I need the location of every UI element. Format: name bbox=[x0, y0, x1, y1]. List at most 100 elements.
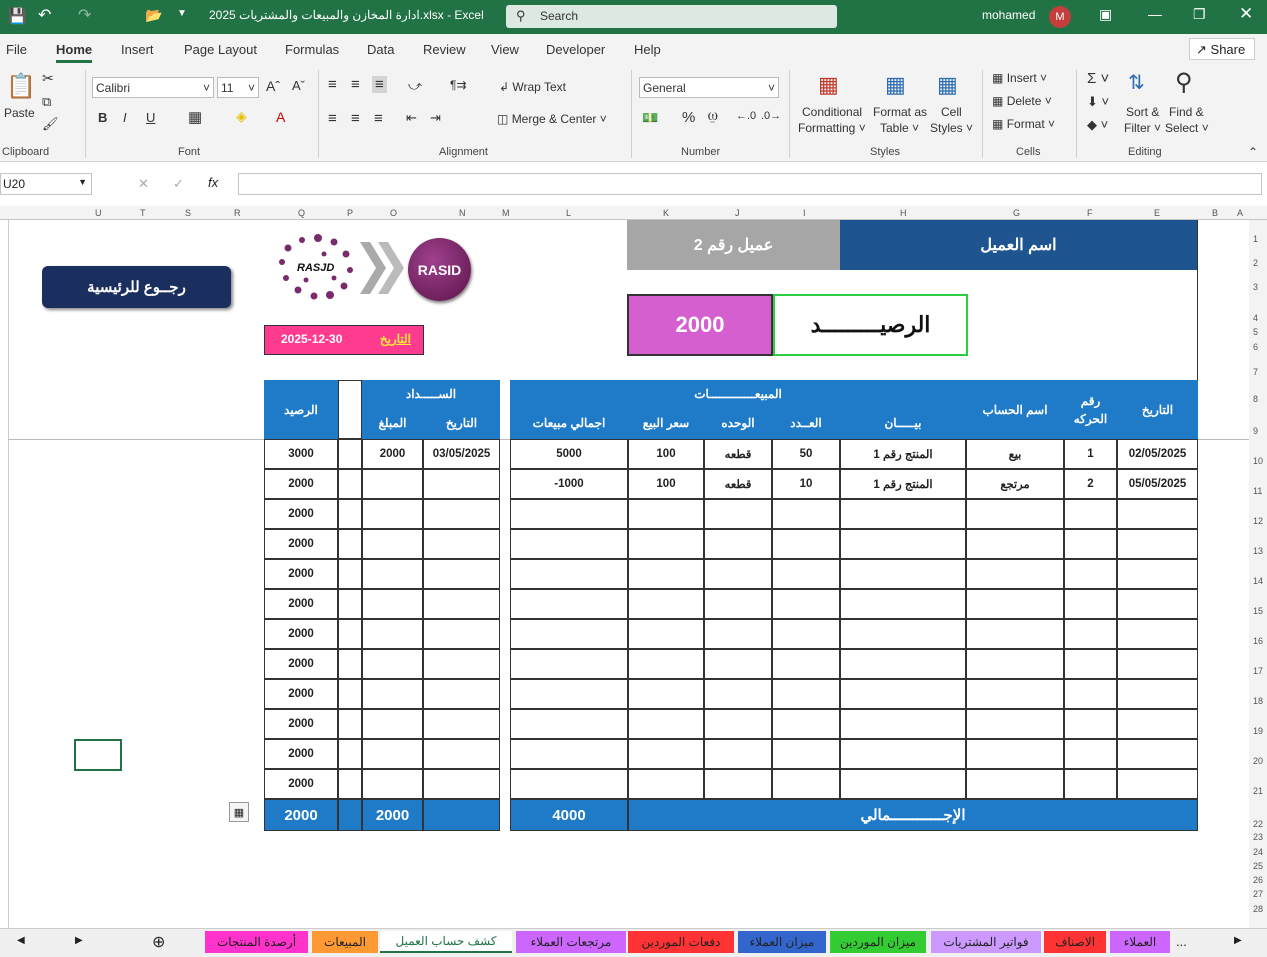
column-header[interactable]: U bbox=[95, 208, 102, 218]
table-cell-unit[interactable] bbox=[704, 529, 772, 559]
accounting-format-icon[interactable]: 💵 bbox=[642, 110, 658, 126]
table-cell-desc[interactable] bbox=[840, 499, 966, 529]
sort-filter-icon[interactable]: ⇅ bbox=[1128, 70, 1145, 95]
redo-icon[interactable]: ↷ bbox=[78, 5, 91, 25]
table-cell-qty[interactable] bbox=[772, 679, 840, 709]
tab-data[interactable]: Data bbox=[367, 42, 394, 57]
table-cell-balance[interactable]: 2000 bbox=[264, 709, 338, 739]
table-cell-move[interactable] bbox=[1064, 769, 1117, 799]
decrease-indent-icon[interactable]: ⇤ bbox=[406, 110, 417, 126]
row-header[interactable]: 9 bbox=[1253, 426, 1258, 436]
table-cell-date[interactable] bbox=[1117, 769, 1198, 799]
sheet-tab[interactable]: ميزان الموردين bbox=[830, 931, 926, 953]
tab-home[interactable]: Home bbox=[56, 42, 93, 63]
row-header[interactable]: 26 bbox=[1253, 875, 1263, 885]
table-cell-pdate[interactable] bbox=[423, 589, 500, 619]
cut-icon[interactable]: ✂ bbox=[42, 70, 54, 87]
table-cell-account[interactable] bbox=[966, 559, 1064, 589]
format-as-table-icon[interactable]: ▦ bbox=[885, 72, 906, 98]
table-cell-move[interactable] bbox=[1064, 709, 1117, 739]
table-cell-date[interactable]: 05/05/2025 bbox=[1117, 469, 1198, 499]
collapse-ribbon-icon[interactable]: ⌃ bbox=[1248, 145, 1258, 159]
table-cell-date[interactable]: 02/05/2025 bbox=[1117, 439, 1198, 469]
table-cell-unit[interactable] bbox=[704, 619, 772, 649]
tab-page-layout[interactable]: Page Layout bbox=[184, 42, 257, 57]
table-cell-pamount[interactable] bbox=[362, 649, 423, 679]
tab-file[interactable]: File bbox=[6, 42, 27, 57]
format-as-table-label2[interactable]: Table ˅ bbox=[880, 121, 919, 135]
table-cell-desc[interactable] bbox=[840, 769, 966, 799]
orientation-icon[interactable]: ⤻ bbox=[408, 78, 422, 94]
table-cell-pamount[interactable] bbox=[362, 499, 423, 529]
table-cell-total[interactable] bbox=[510, 499, 628, 529]
table-cell-price[interactable]: 100 bbox=[628, 469, 704, 499]
table-cell-price[interactable] bbox=[628, 769, 704, 799]
table-cell-date[interactable] bbox=[1117, 499, 1198, 529]
conditional-formatting-icon[interactable]: ▦ bbox=[818, 72, 839, 98]
table-cell-total[interactable] bbox=[510, 769, 628, 799]
sheet-tab[interactable]: فواتير المشتريات bbox=[931, 931, 1041, 953]
sort-filter-label1[interactable]: Sort & bbox=[1126, 105, 1159, 119]
align-center-icon[interactable]: ≡ bbox=[351, 110, 360, 127]
table-cell-total[interactable] bbox=[510, 589, 628, 619]
open-folder-icon[interactable]: 📂 bbox=[145, 7, 162, 24]
table-cell-total[interactable] bbox=[510, 619, 628, 649]
minimize-icon[interactable]: — bbox=[1148, 6, 1162, 22]
row-header[interactable]: 21 bbox=[1253, 786, 1263, 796]
table-cell-pdate[interactable] bbox=[423, 679, 500, 709]
table-cell-unit[interactable]: قطعه bbox=[704, 469, 772, 499]
table-cell-unit[interactable] bbox=[704, 499, 772, 529]
insert-cells-button[interactable]: ▦ Insert ˅ bbox=[992, 71, 1047, 85]
row-header[interactable]: 15 bbox=[1253, 606, 1263, 616]
conditional-formatting-label2[interactable]: Formatting ˅ bbox=[798, 121, 866, 135]
table-cell-desc[interactable] bbox=[840, 709, 966, 739]
table-cell-price[interactable] bbox=[628, 589, 704, 619]
table-cell-move[interactable] bbox=[1064, 589, 1117, 619]
tab-view[interactable]: View bbox=[491, 42, 519, 57]
table-cell-pamount[interactable] bbox=[362, 769, 423, 799]
table-cell-pamount[interactable] bbox=[362, 469, 423, 499]
row-header[interactable]: 7 bbox=[1253, 367, 1258, 377]
number-format-select[interactable]: General ˅ bbox=[639, 77, 779, 98]
table-cell-date[interactable] bbox=[1117, 649, 1198, 679]
row-header[interactable]: 19 bbox=[1253, 726, 1263, 736]
cell-styles-label1[interactable]: Cell bbox=[941, 105, 962, 119]
table-cell-pdate[interactable] bbox=[423, 709, 500, 739]
table-cell-date[interactable] bbox=[1117, 589, 1198, 619]
table-cell-qty[interactable] bbox=[772, 559, 840, 589]
table-cell-desc[interactable] bbox=[840, 679, 966, 709]
paste-icon[interactable]: 📋 bbox=[6, 72, 36, 101]
sheet-tab[interactable]: دفعات الموردين bbox=[628, 931, 734, 953]
table-cell-desc[interactable] bbox=[840, 619, 966, 649]
ribbon-display-icon[interactable]: ▣ bbox=[1099, 6, 1112, 23]
decrease-font-icon[interactable]: Aˇ bbox=[292, 78, 305, 93]
table-cell-desc[interactable] bbox=[840, 559, 966, 589]
table-cell-balance[interactable]: 2000 bbox=[264, 649, 338, 679]
align-right-icon[interactable]: ≡ bbox=[374, 110, 383, 127]
customize-toolbar-icon[interactable]: ▼ bbox=[177, 8, 187, 19]
column-header[interactable]: J bbox=[735, 208, 740, 218]
row-header[interactable]: 8 bbox=[1253, 394, 1258, 404]
table-cell-pamount[interactable] bbox=[362, 619, 423, 649]
conditional-formatting-label1[interactable]: Conditional bbox=[802, 105, 862, 119]
column-header[interactable]: Q bbox=[298, 208, 305, 218]
format-cells-button[interactable]: ▦ Format ˅ bbox=[992, 117, 1055, 131]
table-cell-price[interactable] bbox=[628, 709, 704, 739]
table-cell-account[interactable] bbox=[966, 739, 1064, 769]
table-cell-move[interactable] bbox=[1064, 619, 1117, 649]
merge-center-button[interactable]: ◫ Merge & Center ˅ bbox=[497, 112, 607, 126]
table-cell-move[interactable] bbox=[1064, 559, 1117, 589]
column-header[interactable]: S bbox=[185, 208, 191, 218]
table-cell-unit[interactable] bbox=[704, 679, 772, 709]
row-header[interactable]: 22 bbox=[1253, 819, 1263, 829]
table-cell-desc[interactable] bbox=[840, 589, 966, 619]
fill-icon[interactable]: ⬇ ˅ bbox=[1087, 94, 1109, 110]
table-cell-move[interactable]: 1 bbox=[1064, 439, 1117, 469]
table-cell-date[interactable] bbox=[1117, 529, 1198, 559]
table-cell-pdate[interactable] bbox=[423, 769, 500, 799]
row-header[interactable]: 6 bbox=[1253, 342, 1258, 352]
table-cell-move[interactable] bbox=[1064, 739, 1117, 769]
column-header[interactable]: K bbox=[663, 208, 669, 218]
table-cell-unit[interactable] bbox=[704, 559, 772, 589]
align-bottom-icon[interactable]: ≡ bbox=[372, 76, 387, 93]
